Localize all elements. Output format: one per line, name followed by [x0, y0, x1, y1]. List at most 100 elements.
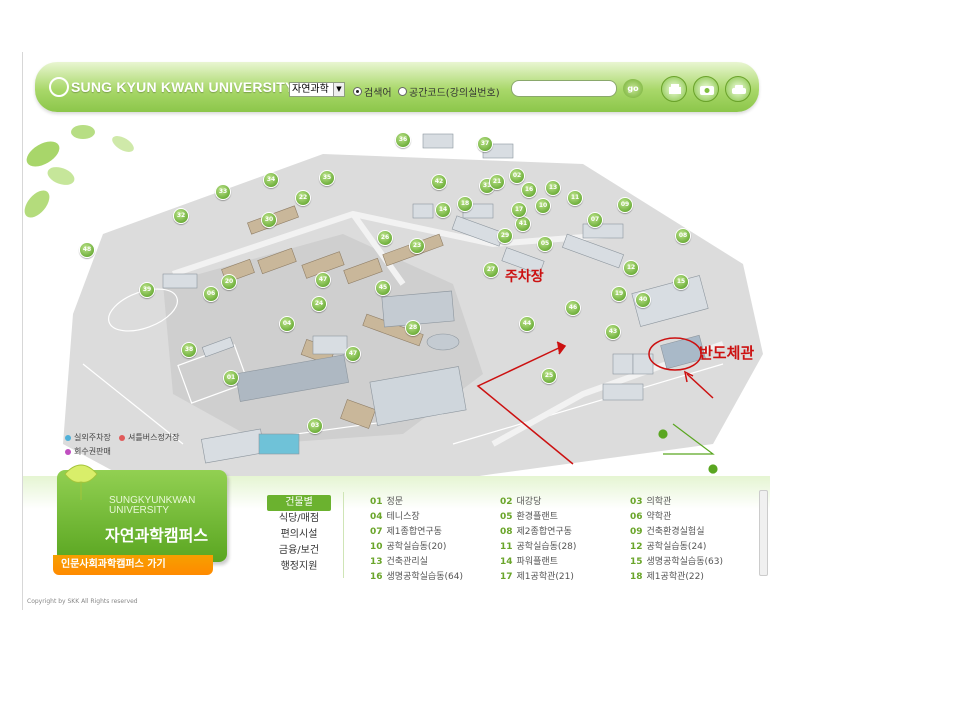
radio-selected-icon[interactable] [353, 87, 362, 96]
map-pin[interactable]: 45 [375, 280, 391, 296]
university-logo[interactable]: SUNG KYUN KWAN UNIVERSITY [49, 77, 295, 97]
map-pin[interactable]: 03 [307, 418, 323, 434]
save-image-button[interactable] [693, 76, 719, 102]
map-pin[interactable]: 28 [405, 320, 421, 336]
map-pin[interactable]: 19 [611, 286, 627, 302]
header-bar: SUNG KYUN KWAN UNIVERSITY 자연과학 ▼ 검색어 공간코… [35, 62, 759, 112]
list-item[interactable]: 03 의학관 [630, 494, 671, 507]
map-pin[interactable]: 26 [377, 230, 393, 246]
item-name: 건축환경실험실 [646, 527, 705, 537]
legend-outdoor-parking: 실외주차장 [65, 432, 111, 443]
map-pin[interactable]: 25 [541, 368, 557, 384]
tab-buildings[interactable]: 건물별 [267, 495, 331, 511]
list-item[interactable]: 06 약학관 [630, 509, 671, 522]
tab-admin[interactable]: 행정지원 [267, 559, 331, 575]
map-pin[interactable]: 47 [345, 346, 361, 362]
map-pin[interactable]: 46 [565, 300, 581, 316]
list-item[interactable]: 05 환경플랜트 [500, 509, 558, 522]
map-pin[interactable]: 09 [617, 197, 633, 213]
search-input[interactable] [511, 80, 617, 97]
list-item[interactable]: 18 제1공학관(22) [630, 569, 704, 582]
radio-keyword[interactable]: 검색어 [353, 84, 392, 99]
item-name: 파워플랜트 [516, 557, 558, 567]
map-pin[interactable]: 40 [635, 292, 651, 308]
tab-amenities[interactable]: 편의시설 [267, 527, 331, 543]
tab-finance-health[interactable]: 금융/보건 [267, 543, 331, 559]
legend-ticket-sales: 회수권판매 [65, 446, 111, 457]
map-pin[interactable]: 16 [521, 182, 537, 198]
map-pin[interactable]: 29 [497, 228, 513, 244]
map-pin[interactable]: 39 [139, 282, 155, 298]
map-pin[interactable]: 07 [587, 212, 603, 228]
map-pin[interactable]: 42 [431, 174, 447, 190]
go-button[interactable]: go [623, 79, 643, 98]
other-campus-link[interactable]: 인문사회과학캠퍼스 가기 [53, 555, 213, 575]
chevron-down-icon[interactable]: ▼ [333, 83, 344, 96]
campus-map[interactable] [23, 114, 770, 514]
list-item[interactable]: 15 생명공학실습동(63) [630, 554, 723, 567]
item-number: 09 [630, 527, 643, 537]
map-pin[interactable]: 18 [457, 196, 473, 212]
list-scrollbar[interactable] [759, 490, 768, 576]
campus-select[interactable]: 자연과학 ▼ [289, 82, 345, 97]
list-item[interactable]: 11 공학실습동(28) [500, 539, 576, 552]
map-pin[interactable]: 20 [221, 274, 237, 290]
map-pin[interactable]: 24 [311, 296, 327, 312]
list-item[interactable]: 14 파워플랜트 [500, 554, 558, 567]
map-pin[interactable]: 06 [203, 286, 219, 302]
print-button[interactable] [661, 76, 687, 102]
map-pin[interactable]: 01 [223, 370, 239, 386]
map-pin[interactable]: 35 [319, 170, 335, 186]
map-pin[interactable]: 41 [515, 216, 531, 232]
map-pin[interactable]: 10 [535, 198, 551, 214]
map-pin[interactable]: 23 [409, 238, 425, 254]
map-pin[interactable]: 27 [483, 262, 499, 278]
map-pin[interactable]: 21 [489, 174, 505, 190]
radio-unselected-icon[interactable] [398, 87, 407, 96]
map-pin[interactable]: 17 [511, 202, 527, 218]
list-item[interactable]: 10 공학실습동(20) [370, 539, 446, 552]
list-item[interactable]: 09 건축환경실험실 [630, 524, 705, 537]
list-item[interactable]: 17 제1공학관(21) [500, 569, 574, 582]
map-pin[interactable]: 12 [623, 260, 639, 276]
map-pin[interactable]: 05 [537, 236, 553, 252]
campus-card: SUNGKYUNKWAN UNIVERSITY 자연과학캠퍼스 [57, 464, 227, 562]
map-pin[interactable]: 43 [605, 324, 621, 340]
list-item[interactable]: 13 건축관리실 [370, 554, 428, 567]
tab-restaurants[interactable]: 식당/매점 [267, 511, 331, 527]
radio-spacecode[interactable]: 공간코드(강의실번호) [398, 84, 500, 99]
map-pin[interactable]: 33 [215, 184, 231, 200]
map-pin[interactable]: 30 [261, 212, 277, 228]
map-pin[interactable]: 08 [675, 228, 691, 244]
list-item[interactable]: 04 테니스장 [370, 509, 420, 522]
item-number: 14 [500, 557, 513, 567]
campus-select-value: 자연과학 [292, 84, 329, 95]
category-tabs: 건물별 식당/매점 편의시설 금융/보건 행정지원 [267, 495, 331, 575]
list-item[interactable]: 12 공학실습동(24) [630, 539, 706, 552]
parking-annotation: 주차장 [505, 269, 544, 285]
list-item[interactable]: 16 생명공학실습동(64) [370, 569, 463, 582]
map-pin[interactable]: 15 [673, 274, 689, 290]
map-pin[interactable]: 48 [79, 242, 95, 258]
item-name: 생명공학실습동(64) [386, 572, 463, 582]
list-item[interactable]: 01 정문 [370, 494, 403, 507]
list-item[interactable]: 02 대강당 [500, 494, 541, 507]
parking-info-button[interactable] [725, 76, 751, 102]
legend-shuttle-stop: 셔틀버스정거장 [119, 432, 180, 443]
map-pin[interactable]: 38 [181, 342, 197, 358]
item-name: 제1공학관(21) [516, 572, 574, 582]
list-item[interactable]: 07 제1종합연구동 [370, 524, 442, 537]
map-pin[interactable]: 11 [567, 190, 583, 206]
map-pin[interactable]: 14 [435, 202, 451, 218]
map-pin[interactable]: 36 [395, 132, 411, 148]
map-pin[interactable]: 04 [279, 316, 295, 332]
map-pin[interactable]: 37 [477, 136, 493, 152]
map-pin[interactable]: 32 [173, 208, 189, 224]
map-pin[interactable]: 34 [263, 172, 279, 188]
map-pin[interactable]: 47 [315, 272, 331, 288]
map-pin[interactable]: 02 [509, 168, 525, 184]
map-pin[interactable]: 22 [295, 190, 311, 206]
map-pin[interactable]: 44 [519, 316, 535, 332]
map-pin[interactable]: 13 [545, 180, 561, 196]
list-item[interactable]: 08 제2종합연구동 [500, 524, 572, 537]
